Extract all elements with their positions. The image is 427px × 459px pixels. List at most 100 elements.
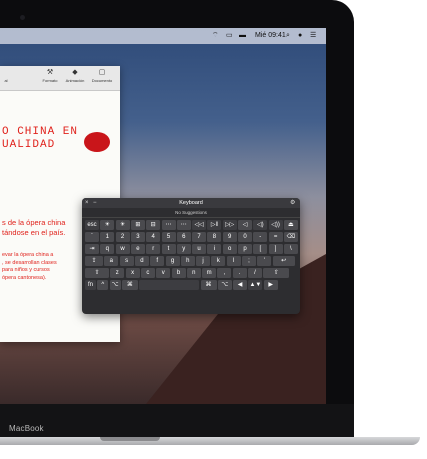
key[interactable]: n xyxy=(186,268,201,278)
key[interactable]: z xyxy=(110,268,125,278)
key[interactable]: h xyxy=(180,256,195,266)
brush-icon: ⚒ xyxy=(46,69,54,76)
key[interactable]: . xyxy=(232,268,247,278)
key[interactable]: v xyxy=(156,268,171,278)
key[interactable]: [ xyxy=(253,244,268,254)
key[interactable]: ⇪ xyxy=(85,256,103,266)
key[interactable]: f xyxy=(150,256,165,266)
key[interactable]: r xyxy=(146,244,161,254)
key[interactable]: 1 xyxy=(100,232,115,242)
toolbar-partial-button[interactable]: al xyxy=(2,68,10,88)
key[interactable]: ▶ xyxy=(263,280,278,290)
search-icon[interactable]: ⌕ xyxy=(286,32,290,40)
key[interactable]: y xyxy=(176,244,191,254)
close-icon[interactable]: × xyxy=(85,199,89,207)
key[interactable] xyxy=(139,280,200,290)
key[interactable]: e xyxy=(130,244,145,254)
key[interactable]: ⌫ xyxy=(283,232,298,242)
key[interactable]: ⏏ xyxy=(283,220,298,230)
key[interactable]: j xyxy=(196,256,211,266)
key[interactable]: 7 xyxy=(192,232,207,242)
format-button[interactable]: ⚒ Formato xyxy=(38,68,62,88)
toolbar-partial-icon xyxy=(2,68,10,78)
animate-button[interactable]: ◆ Animación xyxy=(62,68,88,88)
key[interactable]: ⇥ xyxy=(85,244,99,254)
key[interactable]: ◁◁ xyxy=(192,220,207,230)
key[interactable]: ^ xyxy=(97,280,109,290)
key[interactable]: ▷▷ xyxy=(222,220,237,230)
key[interactable]: 3 xyxy=(130,232,145,242)
key[interactable]: x xyxy=(125,268,140,278)
keyboard-titlebar[interactable]: Keyboard xyxy=(82,198,300,208)
slide-small-line-4: ópera cantonesa). xyxy=(2,274,47,281)
key[interactable]: / xyxy=(248,268,262,278)
battery-icon[interactable]: ▬ xyxy=(239,32,246,40)
key[interactable]: ; xyxy=(242,256,256,266)
key[interactable]: 2 xyxy=(115,232,130,242)
key[interactable]: 0 xyxy=(238,232,252,242)
key[interactable]: ☀ xyxy=(100,220,115,230)
key[interactable]: ◁)) xyxy=(268,220,283,230)
key[interactable]: ⇧ xyxy=(85,268,109,278)
key[interactable]: d xyxy=(134,256,149,266)
key[interactable]: - xyxy=(253,232,268,242)
key[interactable]: l xyxy=(226,256,241,266)
key[interactable]: ▷‖ xyxy=(207,220,222,230)
minimize-icon[interactable]: − xyxy=(93,199,97,207)
key[interactable]: 4 xyxy=(146,232,161,242)
key[interactable]: 5 xyxy=(161,232,176,242)
screen: ⌔ ▭ ▬ Mié 09:41 ⌕ ● ☰ al ⚒ Formato ◆ Ani… xyxy=(0,28,326,404)
key[interactable]: t xyxy=(161,244,176,254)
key[interactable]: q xyxy=(100,244,115,254)
key[interactable]: , xyxy=(217,268,232,278)
key[interactable]: ⌥ xyxy=(217,280,232,290)
key[interactable]: m xyxy=(202,268,217,278)
key[interactable]: ⌘ xyxy=(121,280,138,290)
key[interactable]: fn xyxy=(85,280,96,290)
document-button[interactable]: ▢ Documento xyxy=(88,68,116,88)
key[interactable]: ◀ xyxy=(233,280,248,290)
slide-body: s de la ópera china tándose en el país. xyxy=(2,218,82,238)
key[interactable]: c xyxy=(140,268,155,278)
key[interactable]: ⌘ xyxy=(200,280,217,290)
display-icon[interactable]: ▭ xyxy=(226,32,233,40)
key[interactable]: s xyxy=(119,256,134,266)
clock[interactable]: Mié 09:41 xyxy=(255,32,286,40)
key[interactable]: 6 xyxy=(176,232,191,242)
key[interactable]: b xyxy=(171,268,186,278)
key[interactable]: ⊞ xyxy=(130,220,145,230)
document-label: Documento xyxy=(91,78,113,83)
key[interactable]: ↩ xyxy=(272,256,295,266)
key[interactable]: ⇧ xyxy=(263,268,290,278)
key[interactable]: k xyxy=(211,256,226,266)
key[interactable]: a xyxy=(104,256,119,266)
key[interactable]: 9 xyxy=(222,232,237,242)
wifi-icon[interactable]: ⌔ xyxy=(212,32,219,40)
key[interactable]: \ xyxy=(283,244,298,254)
key[interactable]: g xyxy=(165,256,180,266)
key[interactable]: 8 xyxy=(207,232,222,242)
key[interactable]: ] xyxy=(268,244,283,254)
key[interactable]: ⋯ xyxy=(176,220,191,230)
key[interactable]: u xyxy=(192,244,207,254)
key[interactable]: ▲▼ xyxy=(248,280,263,290)
key[interactable]: ⌥ xyxy=(109,280,121,290)
key[interactable]: = xyxy=(268,232,283,242)
key[interactable]: esc xyxy=(85,220,99,230)
key[interactable]: ☀ xyxy=(115,220,130,230)
key[interactable]: ⊟ xyxy=(146,220,161,230)
key[interactable]: ◁) xyxy=(253,220,268,230)
key[interactable]: ' xyxy=(257,256,272,266)
key[interactable]: ◁ xyxy=(238,220,252,230)
key[interactable]: i xyxy=(207,244,222,254)
screen-bezel-bottom xyxy=(0,404,354,440)
notifications-icon[interactable]: ☰ xyxy=(310,32,316,40)
key[interactable]: ` xyxy=(85,232,99,242)
key[interactable]: p xyxy=(238,244,252,254)
key[interactable]: ⋯ xyxy=(161,220,176,230)
key[interactable]: w xyxy=(115,244,130,254)
gear-icon[interactable]: ⚙ xyxy=(290,199,295,207)
key[interactable]: o xyxy=(222,244,237,254)
shift-key-row: ⇧ z x c v b n m,. / ⇧ xyxy=(85,268,297,278)
siri-icon[interactable]: ● xyxy=(298,32,302,40)
